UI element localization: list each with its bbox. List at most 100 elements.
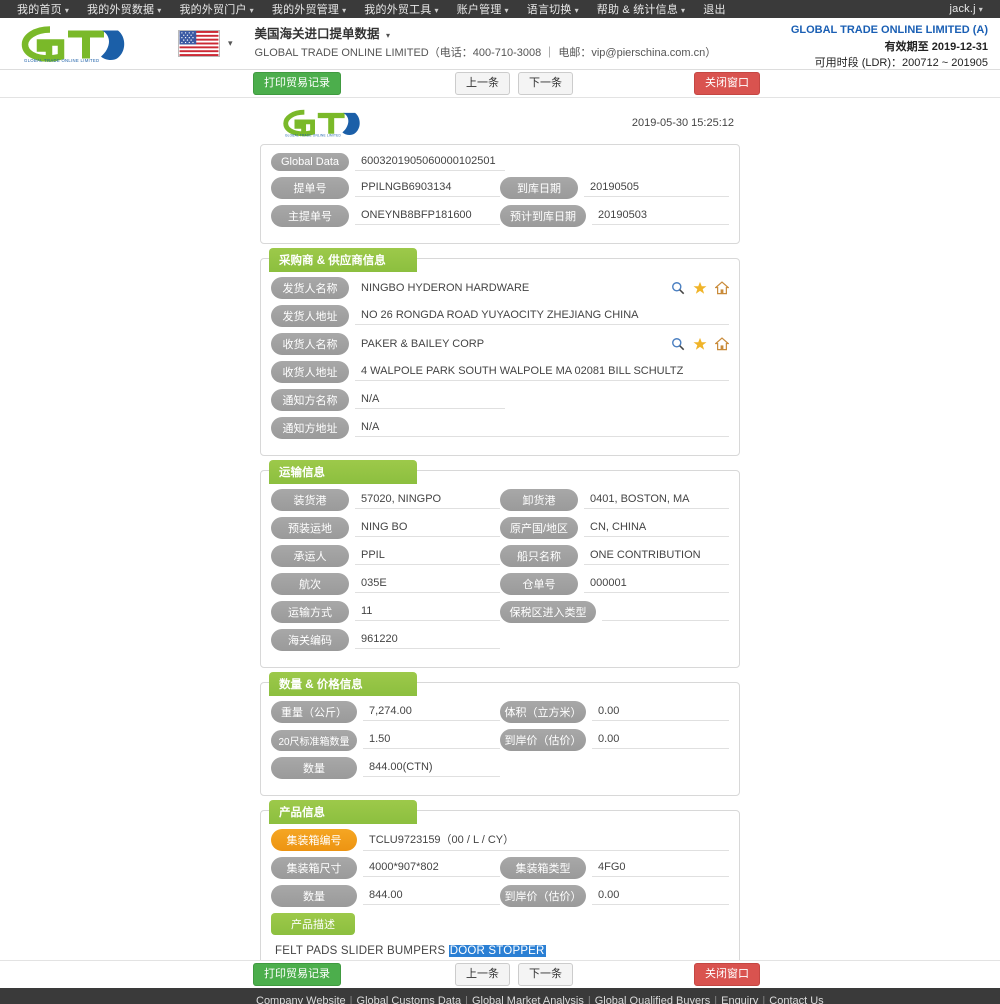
close-window-button[interactable]: 关闭窗口 xyxy=(694,72,760,95)
container-type-label: 集装箱类型 xyxy=(500,857,586,879)
header-text-block: 美国海关进口提单数据 ▾ GLOBAL TRADE ONLINE LIMITED… xyxy=(255,25,717,61)
voyage-label: 航次 xyxy=(271,573,349,595)
container-type-value: 4FG0 xyxy=(592,859,729,877)
preload-value: NING BO xyxy=(355,519,500,537)
container-type-field: 集装箱类型 4FG0 xyxy=(500,857,729,879)
document-timestamp: 2019-05-30 15:25:12 xyxy=(631,117,734,129)
nav-item-trade-management[interactable]: 我的外贸管理 ▾ xyxy=(263,1,355,17)
nav-item-trade-data-label: 我的外贸数据 xyxy=(87,4,155,16)
vessel-field: 船只名称 ONE CONTRIBUTION xyxy=(500,545,729,567)
consignee-name-row: 收货人名称 PAKER & BAILEY CORP xyxy=(271,333,729,355)
footer-link-global-customs-data[interactable]: Global Customs Data xyxy=(357,995,462,1004)
origin-country-field: 原产国/地区 CN, CHINA xyxy=(500,517,729,539)
close-window-button-bottom[interactable]: 关闭窗口 xyxy=(694,963,760,986)
volume-field: 体积（立方米） 0.00 xyxy=(500,701,729,723)
global-data-field: Global Data 6003201905060000102501 xyxy=(271,153,729,171)
print-record-button[interactable]: 打印贸易记录 xyxy=(253,72,341,95)
master-bl-field: 主提单号 ONEYNB8BFP181600 xyxy=(271,205,500,227)
svg-text:GLOBAL TRADE ONLINE LIMITED: GLOBAL TRADE ONLINE LIMITED xyxy=(285,133,342,137)
prev-record-button[interactable]: 上一条 xyxy=(455,72,510,95)
top-navigation-bar: 我的首页 ▾ 我的外贸数据 ▾ 我的外贸门户 ▾ 我的外贸管理 ▾ 我的外贸工具 ▾ 账户… xyxy=(0,0,1000,18)
consignee-name-label: 收货人名称 xyxy=(271,333,349,355)
record-nav-group-bottom: 上一条 下一条 xyxy=(455,963,573,986)
account-validity-date: 2019-12-31 xyxy=(931,40,988,53)
account-validity: 有效期至 2019-12-31 xyxy=(791,39,988,56)
bl-number-field: 提单号 PPILNGB6903134 xyxy=(271,177,500,199)
container-no-field: 集装箱编号 TCLU9723159（00 / L / CY） xyxy=(271,829,729,851)
account-company-name: GLOBAL TRADE ONLINE LIMITED (A) xyxy=(790,24,988,36)
product-description-highlight[interactable]: DOOR STOPPER xyxy=(448,945,546,957)
user-menu[interactable]: jack.j ▾ xyxy=(941,3,992,15)
bl-number-value: PPILNGB6903134 xyxy=(355,179,500,197)
product-qty-value: 844.00 xyxy=(363,887,500,905)
nav-item-language[interactable]: 语言切换 ▾ xyxy=(518,1,588,17)
nav-item-trade-tools[interactable]: 我的外贸工具 ▾ xyxy=(355,1,447,17)
footer-link-contact-us[interactable]: Contact Us xyxy=(769,995,823,1004)
gto-logo[interactable]: GLOBAL TRADE ONLINE LIMITED xyxy=(20,25,130,63)
country-selector[interactable]: ▾ xyxy=(178,30,233,57)
master-bl-value: ONEYNB8BFP181600 xyxy=(355,207,500,225)
eta-label: 预计到库日期 xyxy=(500,205,586,227)
ftz-entry-label: 保税区进入类型 xyxy=(500,601,596,623)
bl-number-label: 提单号 xyxy=(271,177,349,199)
notify-name-row: 通知方名称 N/A xyxy=(271,389,729,411)
document-viewport: GLOBAL TRADE ONLINE LIMITED 2019-05-30 1… xyxy=(0,98,1000,960)
discharge-port-value: 0401, BOSTON, MA xyxy=(584,491,729,509)
weight-label: 重量（公斤） xyxy=(271,701,357,723)
record-nav-group: 上一条 下一条 xyxy=(455,72,573,95)
star-icon[interactable] xyxy=(693,281,707,295)
nav-item-trade-portal[interactable]: 我的外贸门户 ▾ xyxy=(170,1,262,17)
voyage-field: 航次 035E xyxy=(271,573,500,595)
nav-item-home[interactable]: 我的首页 ▾ xyxy=(8,1,78,17)
discharge-port-field: 卸货港 0401, BOSTON, MA xyxy=(500,489,729,511)
footer-link-company-website[interactable]: Company Website xyxy=(256,995,346,1004)
document-header: GLOBAL TRADE ONLINE LIMITED 2019-05-30 1… xyxy=(260,106,740,144)
manifest-field: 仓单号 000001 xyxy=(500,573,729,595)
teu-row: 20尺标准箱数量 1.50 到岸价（估价） 0.00 xyxy=(271,729,729,751)
next-record-button[interactable]: 下一条 xyxy=(518,72,573,95)
carrier-row: 承运人 PPIL 船只名称 ONE CONTRIBUTION xyxy=(271,545,729,567)
nav-item-logout[interactable]: 退出 xyxy=(694,1,734,17)
star-icon[interactable] xyxy=(693,337,707,351)
chevron-down-icon: ▾ xyxy=(157,6,162,15)
consignee-address-row: 收货人地址 4 WALPOLE PARK SOUTH WALPOLE MA 02… xyxy=(271,361,729,383)
container-no-label[interactable]: 集装箱编号 xyxy=(271,829,357,851)
header-dataset-title[interactable]: 美国海关进口提单数据 ▾ xyxy=(255,25,717,44)
shipper-address-label: 发货人地址 xyxy=(271,305,349,327)
footer-link-global-qualified-buyers[interactable]: Global Qualified Buyers xyxy=(595,995,711,1004)
product-cif-value: 0.00 xyxy=(592,887,729,905)
quantity-row: 数量 844.00(CTN) xyxy=(271,757,729,779)
footer-separator: | xyxy=(349,994,353,1004)
cif-field: 到岸价（估价） 0.00 xyxy=(500,729,729,751)
nav-item-help-stats[interactable]: 帮助 & 统计信息 ▾ xyxy=(588,1,694,17)
next-record-button-bottom[interactable]: 下一条 xyxy=(518,963,573,986)
nav-item-help-stats-label: 帮助 & 统计信息 xyxy=(596,4,679,16)
consignee-address-label: 收货人地址 xyxy=(271,361,349,383)
home-icon[interactable] xyxy=(715,281,729,295)
chevron-down-icon: ▾ xyxy=(681,6,686,15)
container-size-label: 集装箱尺寸 xyxy=(271,857,357,879)
product-qty-field: 数量 844.00 xyxy=(271,885,500,907)
home-icon[interactable] xyxy=(715,337,729,351)
print-record-button-bottom[interactable]: 打印贸易记录 xyxy=(253,963,341,986)
prev-record-button-bottom[interactable]: 上一条 xyxy=(455,963,510,986)
port-row: 装货港 57020, NINGPO 卸货港 0401, BOSTON, MA xyxy=(271,489,729,511)
nav-item-account[interactable]: 账户管理 ▾ xyxy=(448,1,518,17)
nav-item-account-label: 账户管理 xyxy=(456,4,502,16)
footer-link-global-market-analysis[interactable]: Global Market Analysis xyxy=(472,995,584,1004)
arrival-date-field: 到库日期 20190505 xyxy=(500,177,729,199)
nav-item-trade-data[interactable]: 我的外贸数据 ▾ xyxy=(78,1,170,17)
product-info-section-title: 产品信息 xyxy=(269,800,417,824)
footer-link-enquiry[interactable]: Enquiry xyxy=(721,995,758,1004)
load-port-value: 57020, NINGPO xyxy=(355,491,500,509)
volume-label: 体积（立方米） xyxy=(500,701,586,723)
search-icon[interactable] xyxy=(671,337,685,351)
header-contact-line: GLOBAL TRADE ONLINE LIMITED（电话：400-710-3… xyxy=(254,46,717,59)
notify-address-label: 通知方地址 xyxy=(271,417,349,439)
global-data-label: Global Data xyxy=(271,153,349,171)
footer-separator: | xyxy=(762,994,766,1004)
ftz-entry-value xyxy=(602,604,729,621)
notify-name-label: 通知方名称 xyxy=(271,389,349,411)
transport-info-section-title: 运输信息 xyxy=(269,460,417,484)
search-icon[interactable] xyxy=(671,281,685,295)
